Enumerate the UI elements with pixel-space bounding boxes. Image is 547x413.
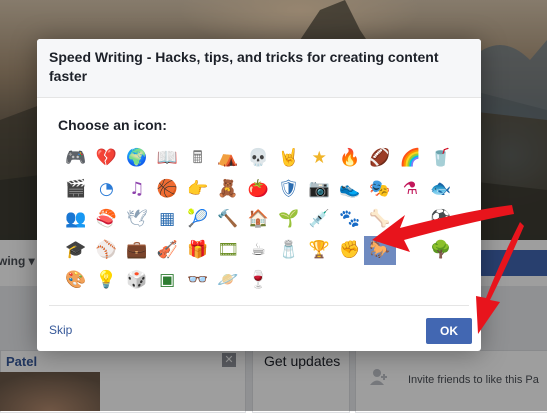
dialog-divider — [49, 305, 469, 306]
salt-shaker-icon[interactable]: 🧂 — [273, 236, 305, 265]
tennis-ball-icon[interactable]: 🎾 — [182, 205, 214, 234]
choose-icon-dialog: Speed Writing - Hacks, tips, and tricks … — [37, 39, 481, 351]
graduation-cap-icon[interactable]: 🎓 — [60, 236, 92, 265]
open-book-icon[interactable]: 📖 — [151, 144, 183, 173]
gavel-icon[interactable]: 🔨 — [212, 205, 244, 234]
house-icon[interactable]: 🏠 — [242, 205, 274, 234]
violin-icon[interactable]: 🎻 — [151, 236, 183, 265]
skull-icon[interactable]: 💀 — [242, 144, 274, 173]
choose-icon-label: Choose an icon: — [58, 117, 167, 133]
calculator-icon[interactable]: 🖩 — [182, 144, 214, 173]
globe-icon[interactable]: 🌍 — [121, 144, 153, 173]
sneaker-icon[interactable]: 👟 — [334, 175, 366, 204]
horse-icon[interactable]: 🐎 — [364, 235, 396, 265]
dice-icon[interactable]: 🎲 — [121, 266, 153, 295]
skip-link[interactable]: Skip — [49, 323, 72, 337]
planet-icon[interactable]: 🪐 — [212, 266, 244, 295]
rainbow-icon[interactable]: 🌈 — [394, 144, 426, 173]
clapperboard-icon[interactable]: 🎬 — [60, 175, 92, 204]
syringe-icon[interactable]: 💉 — [303, 205, 335, 234]
group-icon[interactable]: 👥 — [60, 205, 92, 234]
shield-icon[interactable]: 🛡 — [273, 175, 305, 204]
wine-glass-icon[interactable]: 🍷 — [242, 266, 274, 295]
teddy-bear-icon[interactable]: 🧸 — [212, 175, 244, 204]
tomato-icon[interactable]: 🍅 — [242, 175, 274, 204]
film-frames-icon[interactable]: 🎞 — [212, 236, 244, 265]
ok-button[interactable]: OK — [426, 318, 472, 344]
tree-icon[interactable]: 🌳 — [425, 236, 457, 265]
star-badge-icon[interactable]: ★ — [303, 144, 335, 173]
glasses-icon[interactable]: 👓 — [182, 266, 214, 295]
broken-heart-icon[interactable]: 💔 — [90, 144, 122, 173]
fish-icon[interactable]: 🐟 — [425, 175, 457, 204]
blank-icon — [394, 236, 426, 265]
fire-icon[interactable]: 🔥 — [334, 144, 366, 173]
grid-icon[interactable]: ▦ — [151, 205, 183, 234]
red-cup-icon[interactable]: 🥤 — [425, 144, 457, 173]
bone-icon[interactable]: 🦴 — [364, 205, 396, 234]
dove-icon[interactable]: 🕊 — [121, 205, 153, 234]
trophy-icon[interactable]: 🏆 — [303, 236, 335, 265]
sprout-icon[interactable]: 🌱 — [273, 205, 305, 234]
paw-print-icon[interactable]: 🐾 — [334, 205, 366, 234]
palette-icon[interactable]: 🎨 — [60, 266, 92, 295]
dialog-title: Speed Writing - Hacks, tips, and tricks … — [49, 49, 439, 84]
basketball-icon[interactable]: 🏀 — [151, 175, 183, 204]
baseball-icon[interactable]: ⚾ — [90, 236, 122, 265]
football-icon[interactable]: 🏈 — [364, 144, 396, 173]
music-notes-icon[interactable]: ♫ — [121, 175, 153, 204]
sushi-icon[interactable]: 🍣 — [90, 205, 122, 234]
rock-hand-icon[interactable]: 🤘 — [273, 144, 305, 173]
pie-chart-icon[interactable]: ◔ — [90, 175, 122, 204]
light-bulb-icon[interactable]: 💡 — [90, 266, 122, 295]
theater-masks-icon[interactable]: 🎭 — [364, 175, 396, 204]
blank-icon — [394, 205, 426, 234]
gift-icon[interactable]: 🎁 — [182, 236, 214, 265]
coffee-cup-icon[interactable]: ☕ — [242, 236, 274, 265]
flask-icon[interactable]: ⚗ — [394, 175, 426, 204]
pointing-hand-icon[interactable]: 👉 — [182, 175, 214, 204]
dialog-header: Speed Writing - Hacks, tips, and tricks … — [37, 39, 481, 98]
soccer-ball-icon[interactable]: ⚽ — [425, 205, 457, 234]
briefcase-icon[interactable]: 💼 — [121, 236, 153, 265]
tent-icon[interactable]: ⛺ — [212, 144, 244, 173]
camera-icon[interactable]: 📷 — [303, 175, 335, 204]
gamepad-icon[interactable]: 🎮 — [60, 144, 92, 173]
chip-icon[interactable]: ▣ — [151, 266, 183, 295]
raised-fist-icon[interactable]: ✊ — [334, 236, 366, 265]
